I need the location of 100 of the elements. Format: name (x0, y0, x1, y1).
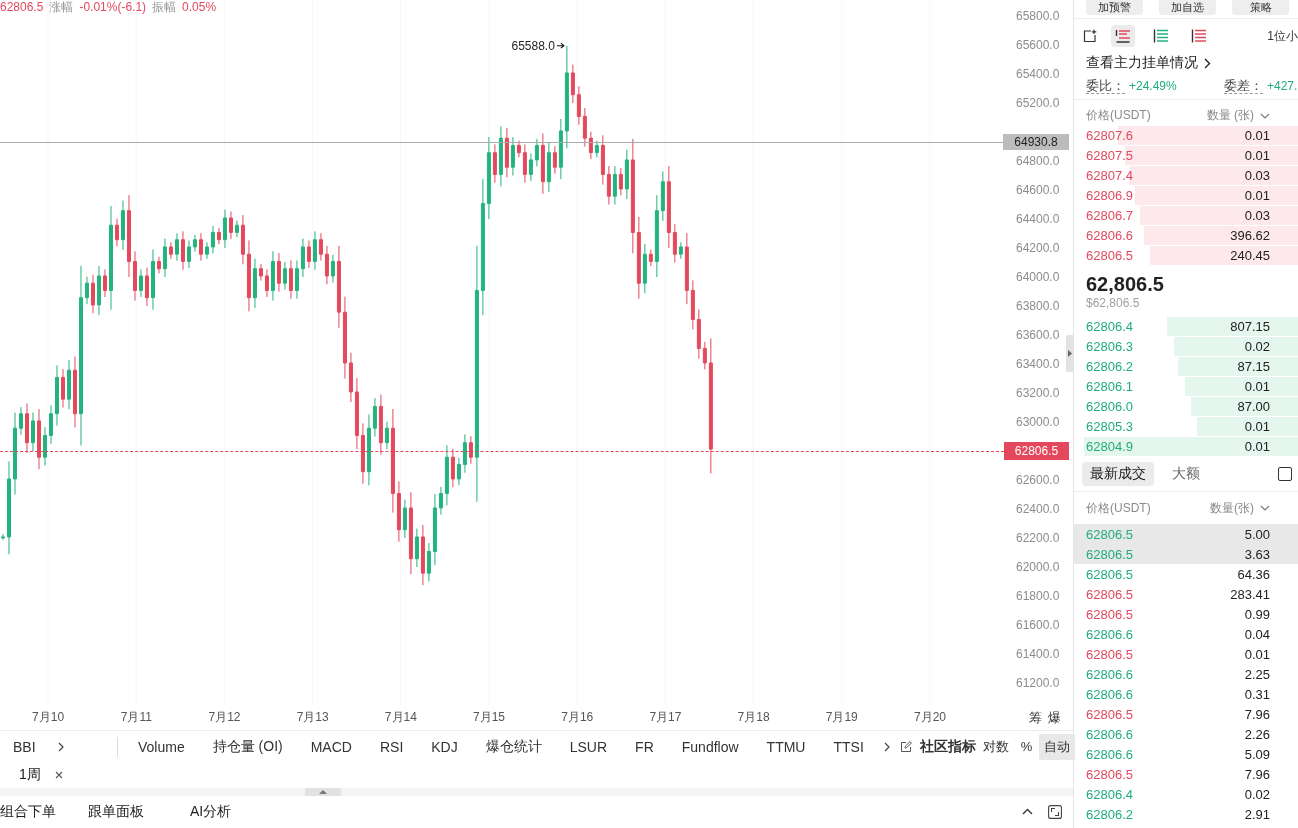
trade-quantity: 7.96 (1244, 706, 1270, 722)
edit-icon[interactable] (899, 740, 912, 753)
bid-price: 62806.4 (1086, 319, 1133, 334)
indicator-tab[interactable]: KDJ (431, 737, 458, 756)
bid-price: 62804.9 (1086, 439, 1133, 454)
price-axis-label: 65600.0 (1015, 37, 1060, 52)
bid-price: 62806.0 (1086, 399, 1133, 414)
price-axis-label: 64200.0 (1015, 240, 1060, 255)
indicator-tab[interactable]: MACD (310, 737, 352, 756)
current-price-badge: 62806.5 (1004, 441, 1069, 460)
chevron-up-icon[interactable] (1022, 808, 1033, 815)
bottom-panel-tab[interactable]: AI分析 (190, 802, 232, 821)
price-axis-label: 62200.0 (1015, 530, 1060, 545)
bid-price: 62806.1 (1086, 379, 1133, 394)
community-indicators-tab[interactable]: 社区指标 (919, 737, 976, 756)
chevron-down-icon[interactable] (1260, 112, 1270, 119)
ask-quantity: 0.01 (1244, 188, 1270, 203)
price-axis-label: 64000.0 (1015, 269, 1060, 284)
indicator-tab[interactable]: FR (635, 737, 654, 756)
triangle-up-icon (319, 790, 327, 794)
trades-tab[interactable]: 大额 (1164, 462, 1208, 486)
trade-quantity: 0.99 (1244, 606, 1270, 622)
trade-quantity: 3.63 (1244, 546, 1270, 562)
trade-quantity: 2.26 (1244, 726, 1270, 742)
ask-price: 62807.4 (1086, 168, 1133, 183)
stat-label: 振幅 (152, 0, 177, 14)
main-orders-link[interactable]: 查看主力挂单情况 (1086, 54, 1198, 72)
ask-price: 62807.5 (1086, 148, 1133, 163)
last-price-text: 62806.5 (0, 0, 44, 14)
indicator-tab[interactable]: LSUR (569, 737, 608, 756)
period-tag[interactable]: 1周 (19, 766, 41, 784)
date-axis-label: 7月18 (737, 709, 770, 726)
indicator-tab[interactable]: Volume (138, 737, 185, 756)
bid-quantity: 807.15 (1230, 319, 1270, 334)
indicator-tab[interactable]: 爆仓统计 (485, 737, 542, 756)
trade-quantity: 283.41 (1230, 586, 1270, 602)
chevron-right-icon[interactable] (57, 741, 64, 752)
trades-tab[interactable]: 最新成交 (1082, 462, 1154, 486)
bid-price: 62806.3 (1086, 339, 1133, 354)
indicator-tab[interactable]: RSI (379, 737, 404, 756)
trade-quantity: 0.04 (1244, 626, 1270, 642)
diff-value: +427. (1267, 79, 1298, 93)
trade-price: 62806.5 (1086, 566, 1133, 582)
price-axis-label: 62400.0 (1015, 501, 1060, 516)
scale-mode-button[interactable]: 对数 (977, 733, 1014, 760)
add-window-icon[interactable] (1083, 29, 1097, 43)
price-axis-label: 64800.0 (1015, 153, 1060, 168)
toolbar-button[interactable]: 加自选 (1159, 0, 1216, 15)
expand-icon[interactable] (1048, 804, 1062, 819)
main-indicator-tab[interactable]: BBI (13, 738, 36, 755)
trade-price: 62806.6 (1086, 686, 1133, 702)
list-icon[interactable] (1191, 29, 1207, 43)
date-axis-label: 7月17 (649, 709, 682, 726)
ask-quantity: 240.45 (1230, 248, 1270, 263)
price-axis-label: 64400.0 (1015, 211, 1060, 226)
last-price-usd: $62,806.5 (1086, 296, 1141, 311)
bid-price: 62806.2 (1086, 359, 1133, 374)
price-axis-label: 64600.0 (1015, 182, 1060, 197)
axis-tool-button[interactable]: 筹 (1029, 708, 1042, 727)
toolbar-button[interactable]: 加预警 (1086, 0, 1143, 15)
trade-price: 62806.5 (1086, 586, 1133, 602)
checkbox[interactable] (1278, 467, 1292, 481)
column-header: 数量(张) (1210, 499, 1254, 517)
axis-tool-button[interactable]: 爆 (1048, 708, 1061, 727)
trade-price: 62806.2 (1086, 806, 1133, 822)
ask-price: 62806.5 (1086, 248, 1133, 263)
price-axis-label: 63600.0 (1015, 327, 1060, 342)
chevron-down-icon[interactable] (1260, 505, 1270, 511)
indicator-tab[interactable]: TTMU (766, 737, 806, 756)
precision-select[interactable]: 1位小 (1267, 27, 1298, 45)
chevron-right-icon[interactable] (1204, 57, 1211, 69)
date-axis-label: 7月19 (825, 709, 858, 726)
price-axis-label: 61800.0 (1015, 588, 1060, 603)
toolbar-button[interactable]: 策略 (1232, 0, 1289, 15)
ask-price: 62806.6 (1086, 228, 1133, 243)
bid-quantity: 0.02 (1244, 339, 1270, 354)
trade-price: 62806.5 (1086, 606, 1133, 622)
list-icon[interactable] (1153, 29, 1169, 43)
close-icon[interactable] (54, 771, 63, 779)
indicator-tab[interactable]: TTSI (833, 737, 864, 756)
ask-price: 62806.9 (1086, 188, 1133, 203)
collapse-handle[interactable] (1066, 335, 1074, 372)
split-list-icon[interactable] (1111, 25, 1135, 47)
column-header: 价格(USDT) (1086, 107, 1151, 124)
ask-price: 62806.7 (1086, 208, 1133, 223)
bottom-panel-tab[interactable]: 跟单面板 (88, 802, 144, 821)
ask-quantity: 396.62 (1230, 228, 1270, 243)
price-axis-label: 62600.0 (1015, 472, 1060, 487)
column-header: 数量 (张) (1206, 107, 1254, 124)
chevron-right-icon[interactable] (883, 741, 890, 752)
date-axis-label: 7月10 (32, 709, 65, 726)
price-axis-label: 65800.0 (1015, 8, 1060, 23)
indicator-tab[interactable]: Fundflow (681, 737, 739, 756)
scale-mode-button[interactable]: 自动 (1039, 733, 1076, 760)
bottom-panel-tab[interactable]: 组合下单 (0, 802, 56, 821)
indicator-tab[interactable]: 持仓量 (OI) (212, 737, 283, 756)
trade-price: 62806.6 (1086, 726, 1133, 742)
scale-mode-button[interactable]: % (1015, 735, 1038, 758)
resize-handle[interactable] (305, 788, 341, 796)
trade-quantity: 5.00 (1244, 526, 1270, 542)
